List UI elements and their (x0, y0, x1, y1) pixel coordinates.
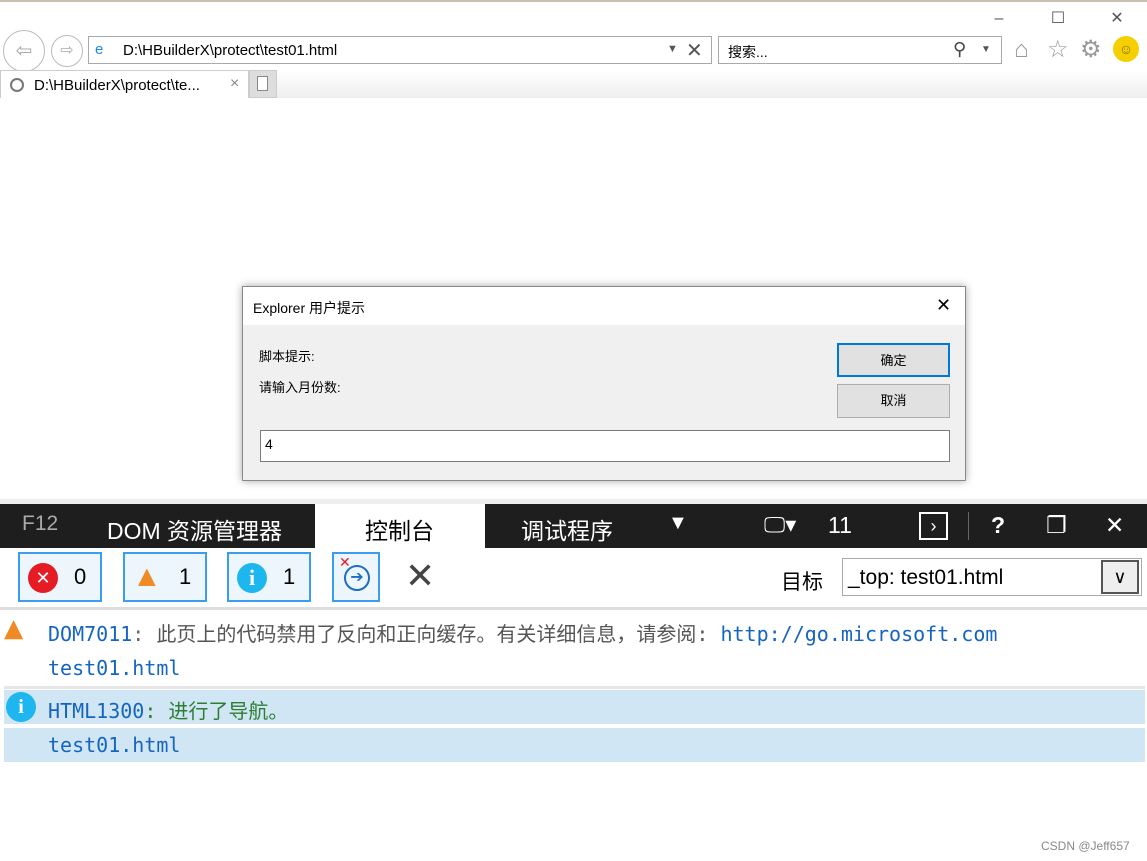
arrow-left-icon: ⇦ (15, 40, 33, 62)
forward-button[interactable]: ⇨ (51, 35, 83, 67)
search-placeholder: 搜索... (728, 44, 768, 60)
dropdown-icon[interactable]: ▼ (667, 43, 678, 55)
browser-tab[interactable]: D:\HBuilderX\protect\te... × (0, 70, 249, 98)
source-link[interactable]: test01.html (48, 656, 180, 680)
maximize-button[interactable]: ☐ (1047, 8, 1069, 30)
dialog-label: 脚本提示: (259, 349, 315, 364)
divider (0, 607, 1147, 610)
separator: : (132, 622, 145, 646)
dialog-close-button[interactable]: ✕ (936, 295, 951, 316)
undock-icon[interactable]: ❐ (1046, 512, 1067, 539)
console-message-info[interactable]: i HTML1300: 进行了导航。 (4, 690, 1145, 724)
gear-icon[interactable]: ⚙ (1080, 35, 1102, 64)
prompt-input[interactable]: 4 (260, 430, 950, 462)
close-devtools-icon[interactable]: ✕ (1105, 512, 1124, 539)
dialog-title: Explorer 用户提示 (253, 300, 366, 316)
help-icon[interactable]: ? (991, 512, 1005, 539)
arrow-right-icon: ⇨ (60, 42, 74, 59)
new-tab-icon (257, 76, 268, 91)
tab-close-button[interactable]: × (230, 75, 239, 93)
prompt-dialog: Explorer 用户提示 ✕ 脚本提示: 请输入月份数: 确定 取消 4 (242, 286, 966, 481)
error-icon: ✕ (28, 563, 58, 593)
message-text: 此页上的代码禁用了反向和正向缓存。有关详细信息，请参阅: (144, 622, 721, 646)
loading-icon (10, 78, 24, 92)
chevron-down-icon[interactable]: ∨ (1101, 560, 1139, 594)
stop-icon[interactable]: ✕ (686, 38, 703, 63)
warning-icon: ▲ (132, 560, 162, 593)
clear-console-icon[interactable]: ✕ (405, 555, 435, 597)
message-code: HTML1300 (48, 699, 145, 723)
x-mark-icon: ✕ (339, 554, 351, 570)
target-label: 目标 (781, 571, 823, 594)
more-tabs-icon[interactable]: ▼ (668, 512, 688, 535)
tab-title: D:\HBuilderX\protect\te... (34, 77, 200, 94)
tab-dom-explorer[interactable]: DOM 资源管理器 (107, 512, 282, 546)
ok-button[interactable]: 确定 (837, 343, 950, 377)
devtools-toolbar: F12 DOM 资源管理器 控制台 调试程序 ▼ 🖵▾ 11 › ? ❐ ✕ (0, 504, 1147, 548)
f12-label: F12 (22, 512, 59, 535)
address-text: D:\HBuilderX\protect\test01.html (123, 42, 338, 59)
info-icon: i (237, 563, 267, 593)
minimize-button[interactable]: – (988, 8, 1010, 30)
warnings-filter-button[interactable]: ▲ 1 (123, 552, 207, 602)
warning-icon: ▲ (4, 608, 24, 646)
errors-filter-button[interactable]: ✕ 0 (18, 552, 102, 602)
tab-console-label: 控制台 (365, 518, 434, 544)
error-count: 0 (74, 564, 87, 589)
address-bar[interactable]: e D:\HBuilderX\protect\test01.html ▼ ✕ (88, 36, 712, 64)
clear-on-navigate-button[interactable]: ➔ ✕ (332, 552, 380, 602)
back-button[interactable]: ⇦ (3, 30, 45, 72)
console-message-source[interactable]: test01.html (4, 728, 1145, 762)
dialog-titlebar: Explorer 用户提示 ✕ (243, 287, 965, 325)
message-link[interactable]: http://go.microsoft.com (720, 622, 997, 646)
warning-count: 1 (179, 564, 192, 589)
separator: : (144, 699, 157, 723)
search-icon[interactable]: ⚲ (953, 39, 966, 60)
separator (968, 512, 969, 540)
smiley-feedback-icon[interactable]: ☺ (1113, 36, 1139, 62)
source-link[interactable]: test01.html (48, 733, 180, 757)
dropdown-icon[interactable]: ▼ (981, 44, 991, 55)
message-code: DOM7011 (48, 622, 133, 646)
info-count: 1 (283, 564, 296, 589)
emulation-monitor-icon[interactable]: 🖵▾ (764, 512, 796, 538)
info-filter-button[interactable]: i 1 (227, 552, 311, 602)
close-window-button[interactable]: ✕ (1106, 8, 1128, 30)
console-message-warning[interactable]: ▲ DOM7011: 此页上的代码禁用了反向和正向缓存。有关详细信息，请参阅: … (4, 608, 1145, 686)
favorites-star-icon[interactable]: ☆ (1047, 35, 1069, 64)
search-input[interactable]: 搜索... ⚲ ▼ (718, 36, 1002, 64)
target-select[interactable]: _top: test01.html ∨ (842, 558, 1142, 596)
divider (4, 686, 1145, 689)
ie-page-icon: e (95, 41, 104, 58)
watermark: CSDN @Jeff657 (1041, 839, 1130, 853)
target-value: _top: test01.html (848, 566, 1004, 589)
console-pane-icon[interactable]: › (919, 512, 948, 540)
cancel-button[interactable]: 取消 (837, 384, 950, 418)
document-mode[interactable]: 11 (828, 512, 852, 539)
dialog-prompt-label: 请输入月份数: (259, 380, 341, 395)
home-icon[interactable]: ⌂ (1014, 36, 1029, 64)
tab-console[interactable]: 控制台 (315, 504, 485, 548)
message-text: 进行了导航。 (156, 699, 289, 723)
window-top-border (0, 0, 1147, 2)
tab-strip (277, 70, 1147, 98)
new-tab-button[interactable] (249, 70, 277, 98)
tab-debugger[interactable]: 调试程序 (521, 512, 613, 546)
info-icon: i (6, 692, 36, 722)
